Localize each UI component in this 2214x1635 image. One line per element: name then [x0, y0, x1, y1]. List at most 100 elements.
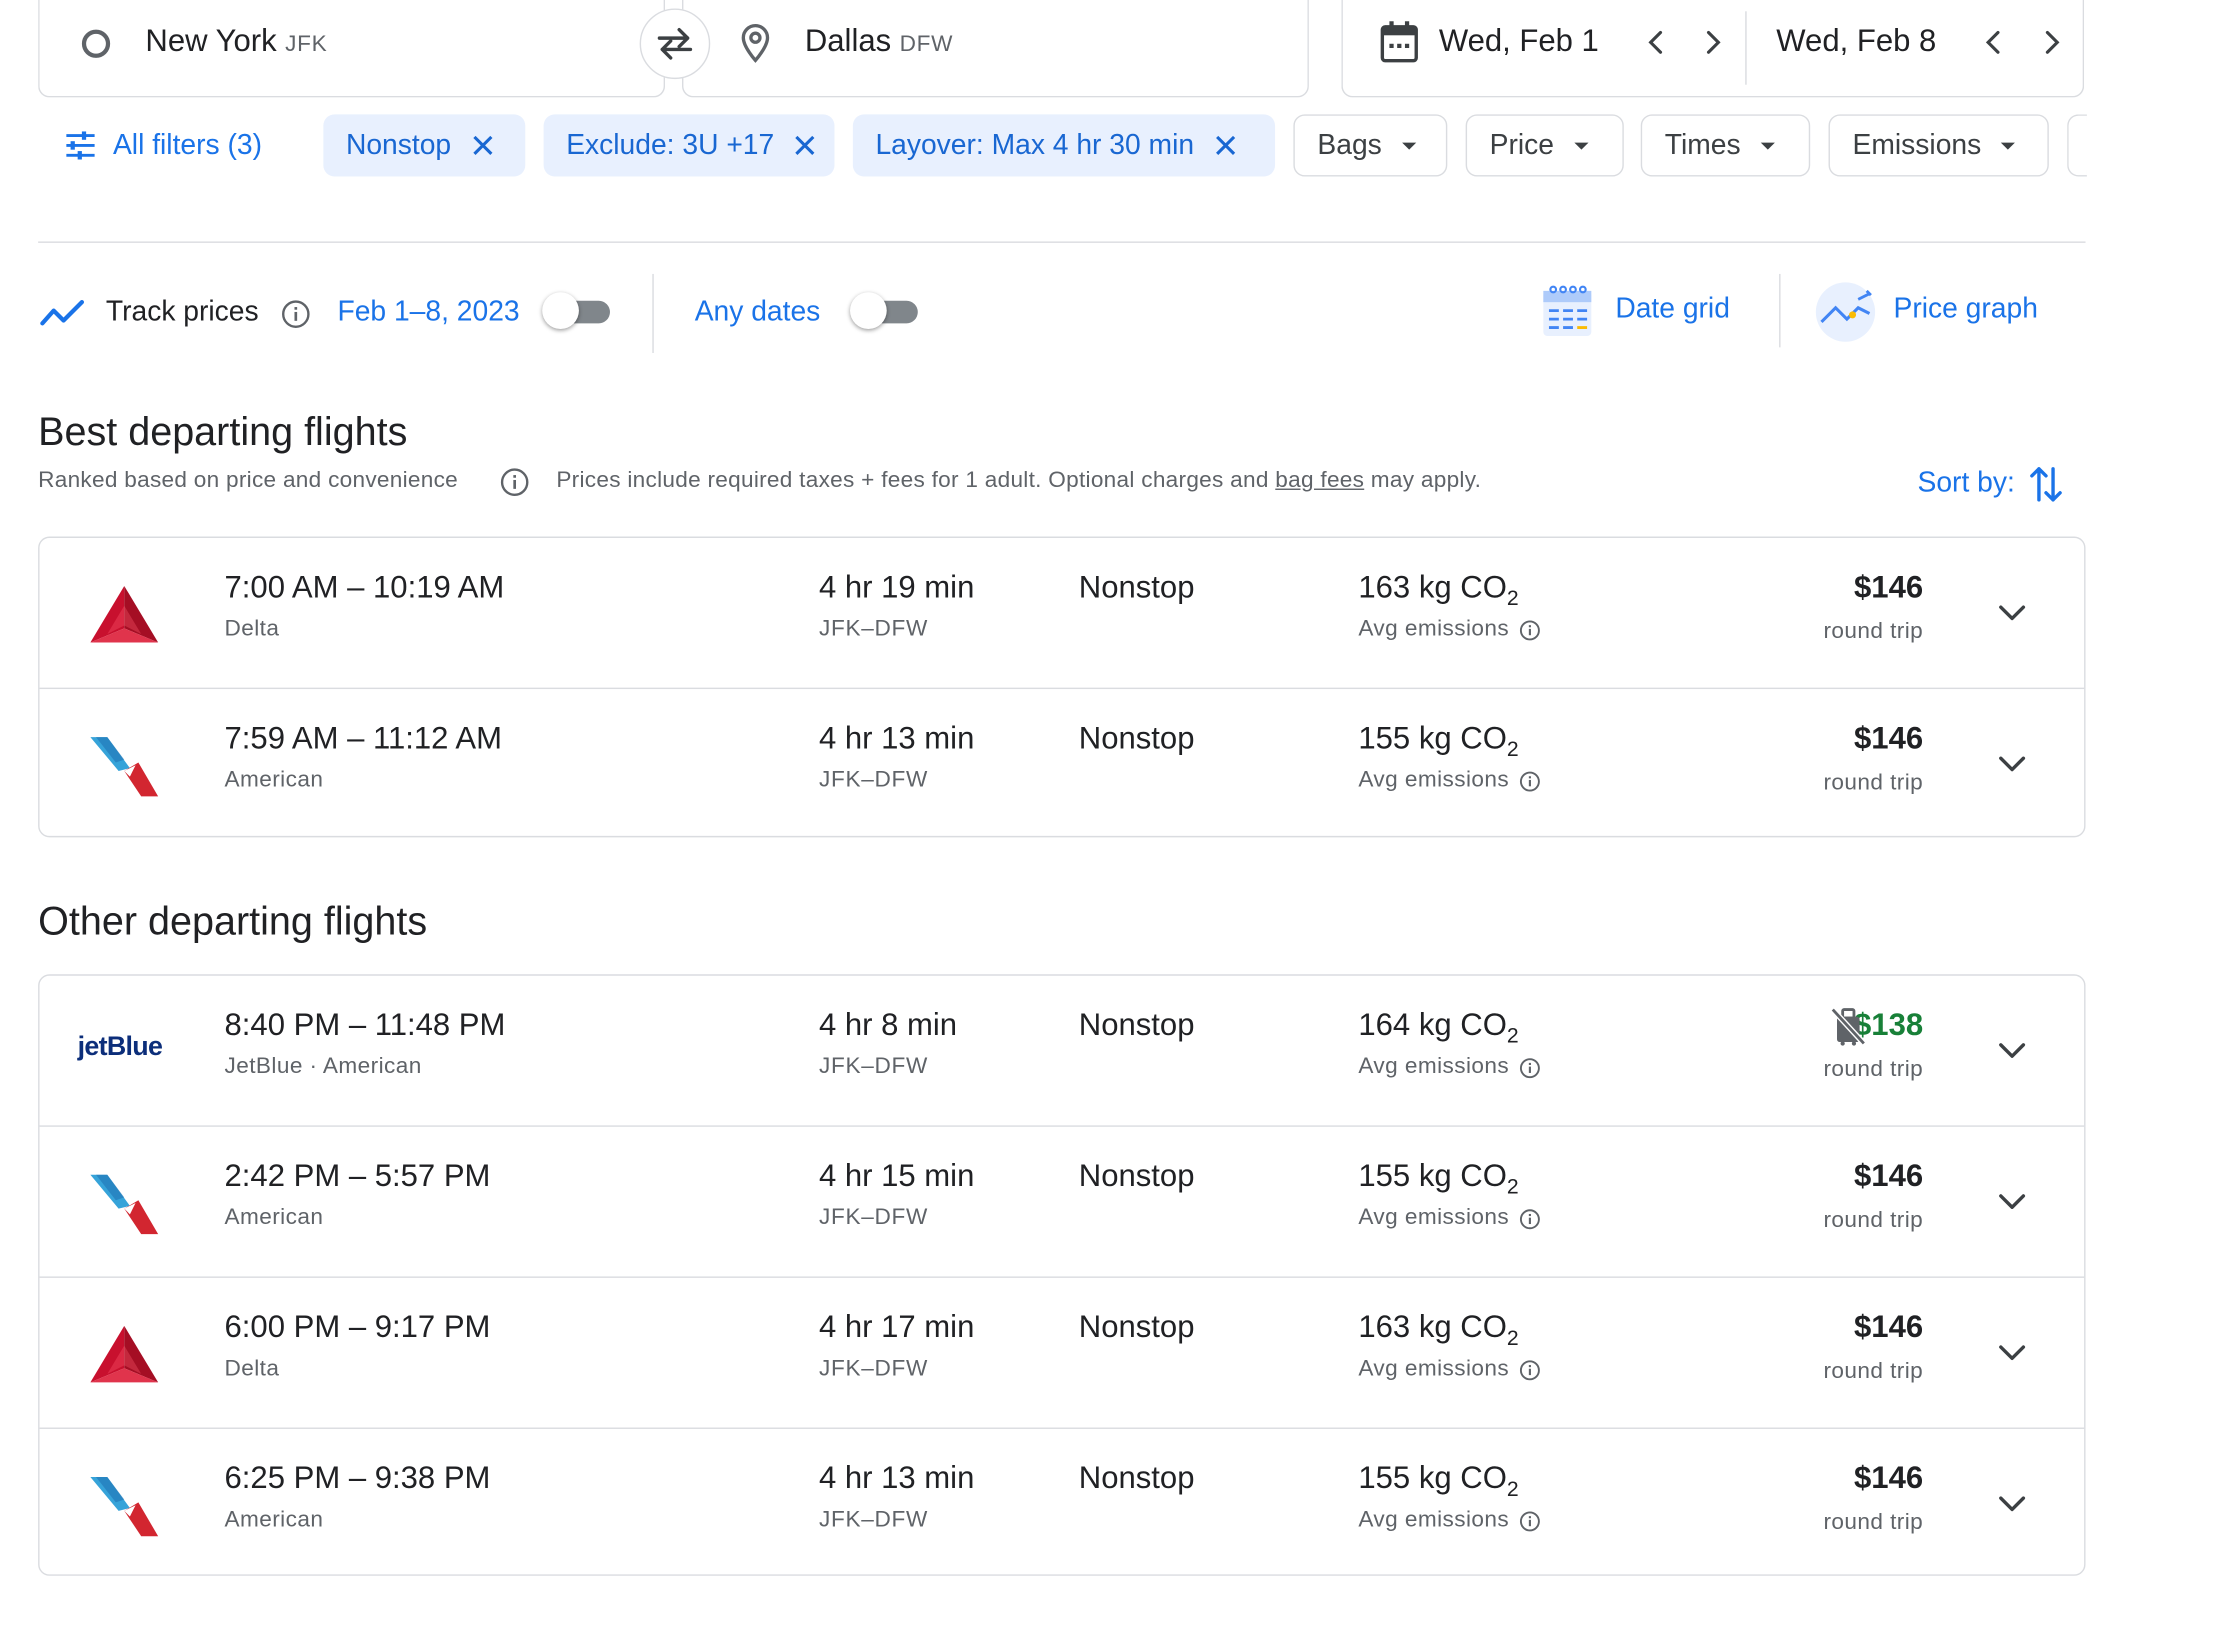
expand-button[interactable] [1994, 1183, 2031, 1220]
flight-row[interactable]: jetBlue 8:40 PM – 11:48 PM JetBlue · Ame… [39, 976, 2085, 1127]
price-note-prefix: Prices include required taxes + fees for… [556, 468, 1269, 493]
best-flights-title: Best departing flights [38, 409, 408, 454]
swap-button[interactable] [639, 8, 711, 80]
filter-chip-nonstop[interactable]: Nonstop [323, 114, 526, 177]
avg-emissions-label: Avg emissions [1358, 768, 1540, 793]
info-icon[interactable] [1519, 1359, 1540, 1380]
dropdown-label: Price [1489, 129, 1555, 161]
tune-icon [66, 131, 95, 160]
sort-icon [2030, 467, 2062, 502]
info-icon[interactable] [1519, 619, 1540, 640]
delta-logo-icon [90, 1325, 159, 1383]
depart-prev-button[interactable] [1639, 25, 1673, 59]
track-prices-label: Track prices [105, 296, 259, 328]
flight-duration: 4 hr 19 min [818, 569, 975, 605]
airline-name: American [224, 768, 324, 793]
airline-logo: jetBlue [78, 1015, 163, 1088]
info-icon[interactable] [1519, 1510, 1540, 1531]
caret-down-icon [2001, 141, 2016, 149]
avg-emissions-label: Avg emissions [1358, 1206, 1540, 1231]
date-grid-button[interactable]: Date grid [1536, 280, 1748, 342]
return-next-button[interactable] [2035, 25, 2069, 59]
american-logo-icon [90, 737, 159, 797]
chevron-down-icon [1999, 756, 2026, 772]
emissions-dropdown[interactable]: Emissions [1828, 114, 2049, 177]
info-icon[interactable] [1519, 770, 1540, 791]
expand-button[interactable] [1994, 1485, 2031, 1522]
airline-logo [88, 1166, 161, 1239]
expand-button[interactable] [1994, 594, 2031, 631]
chevron-down-icon [1999, 1194, 2026, 1209]
track-date-range: Feb 1–8, 2023 [337, 296, 520, 328]
avg-emissions-label: Avg emissions [1358, 1357, 1540, 1382]
flight-duration: 4 hr 8 min [818, 1006, 958, 1043]
flight-row[interactable]: 2:42 PM – 5:57 PM American 4 hr 15 min J… [39, 1127, 2085, 1278]
price-dropdown[interactable]: Price [1465, 114, 1624, 177]
return-prev-button[interactable] [1977, 25, 2011, 59]
flight-times: 6:25 PM – 9:38 PM [224, 1460, 491, 1496]
flight-price: $146 [1854, 569, 1924, 605]
date-field[interactable]: Wed, Feb 1 Wed, Feb 8 [1341, 0, 2085, 98]
times-dropdown[interactable]: Times [1640, 114, 1811, 177]
flight-row[interactable]: 6:00 PM – 9:17 PM Delta 4 hr 17 min JFK–… [39, 1278, 2085, 1429]
track-dates-toggle[interactable] [542, 289, 615, 334]
all-filters-button[interactable]: All filters (3) [42, 114, 284, 176]
no-carry-on-bag-icon [1830, 1007, 1866, 1046]
expand-button[interactable] [1994, 1032, 2031, 1069]
filter-chip-exclude[interactable]: Exclude: 3U +17 [543, 114, 835, 177]
any-dates-toggle[interactable] [850, 289, 923, 334]
date-divider [1745, 11, 1747, 85]
airline-name: American [224, 1508, 324, 1533]
return-date: Wed, Feb 8 [1776, 22, 1937, 58]
flight-row[interactable]: 6:25 PM – 9:38 PM American 4 hr 13 min J… [40, 1429, 2085, 1579]
divider [38, 241, 2086, 243]
destination-city: Dallas [804, 22, 892, 58]
info-icon[interactable] [1519, 1057, 1540, 1078]
filter-chip-layover[interactable]: Layover: Max 4 hr 30 min [852, 114, 1276, 177]
sort-by-button[interactable]: Sort by: [1917, 463, 2067, 508]
close-icon[interactable] [1214, 134, 1237, 157]
flight-route: JFK–DFW [818, 1205, 929, 1230]
price-graph-label: Price graph [1893, 293, 2038, 325]
expand-button[interactable] [1994, 746, 2031, 783]
flight-row[interactable]: 7:00 AM – 10:19 AM Delta 4 hr 19 min JFK… [39, 538, 2085, 690]
expand-button[interactable] [1994, 1334, 2031, 1371]
flight-duration: 4 hr 17 min [818, 1308, 975, 1345]
avg-emissions-label: Avg emissions [1358, 1055, 1540, 1080]
bag-fees-link[interactable]: bag fees [1275, 469, 1364, 493]
flight-stops: Nonstop [1078, 1460, 1195, 1496]
origin-field[interactable]: New York JFK [38, 0, 666, 98]
flight-duration: 4 hr 13 min [818, 1460, 975, 1496]
destination-field[interactable]: Dallas DFW [681, 0, 1309, 98]
avg-emissions-label: Avg emissions [1358, 617, 1540, 642]
close-icon[interactable] [794, 134, 817, 157]
calendar-icon [1380, 21, 1418, 63]
chevron-left-icon [1985, 30, 2000, 54]
more-chip-edge[interactable] [2067, 114, 2087, 177]
flight-emissions: 164 kg CO2 [1358, 1006, 1519, 1049]
flight-emissions: 155 kg CO2 [1358, 720, 1519, 762]
airline-logo [88, 1468, 161, 1541]
depart-next-button[interactable] [1696, 25, 1730, 59]
flight-price: $146 [1854, 1308, 1924, 1345]
info-icon[interactable] [281, 299, 311, 329]
flight-stops: Nonstop [1078, 720, 1195, 756]
flight-row[interactable]: 7:59 AM – 11:12 AM American 4 hr 13 min … [40, 689, 2085, 839]
flight-price: $146 [1854, 1460, 1924, 1496]
info-icon[interactable] [1519, 1208, 1540, 1229]
flight-stops: Nonstop [1078, 1006, 1195, 1043]
airline-logo [88, 1317, 161, 1390]
flight-duration: 4 hr 15 min [818, 1157, 975, 1194]
airline-name: JetBlue · American [224, 1054, 422, 1079]
price-graph-button[interactable]: Price graph [1813, 280, 2053, 342]
flight-route: JFK–DFW [818, 1054, 929, 1079]
flight-stops: Nonstop [1078, 569, 1195, 605]
origin-city: New York [145, 22, 277, 58]
bags-dropdown[interactable]: Bags [1293, 114, 1448, 177]
vertical-divider [1779, 273, 1781, 348]
info-icon[interactable] [500, 467, 530, 497]
chip-label: Layover: Max 4 hr 30 min [875, 129, 1195, 161]
flight-route: JFK–DFW [818, 1356, 929, 1381]
jetblue-logo-icon: jetBlue [77, 1032, 163, 1062]
close-icon[interactable] [471, 134, 494, 157]
